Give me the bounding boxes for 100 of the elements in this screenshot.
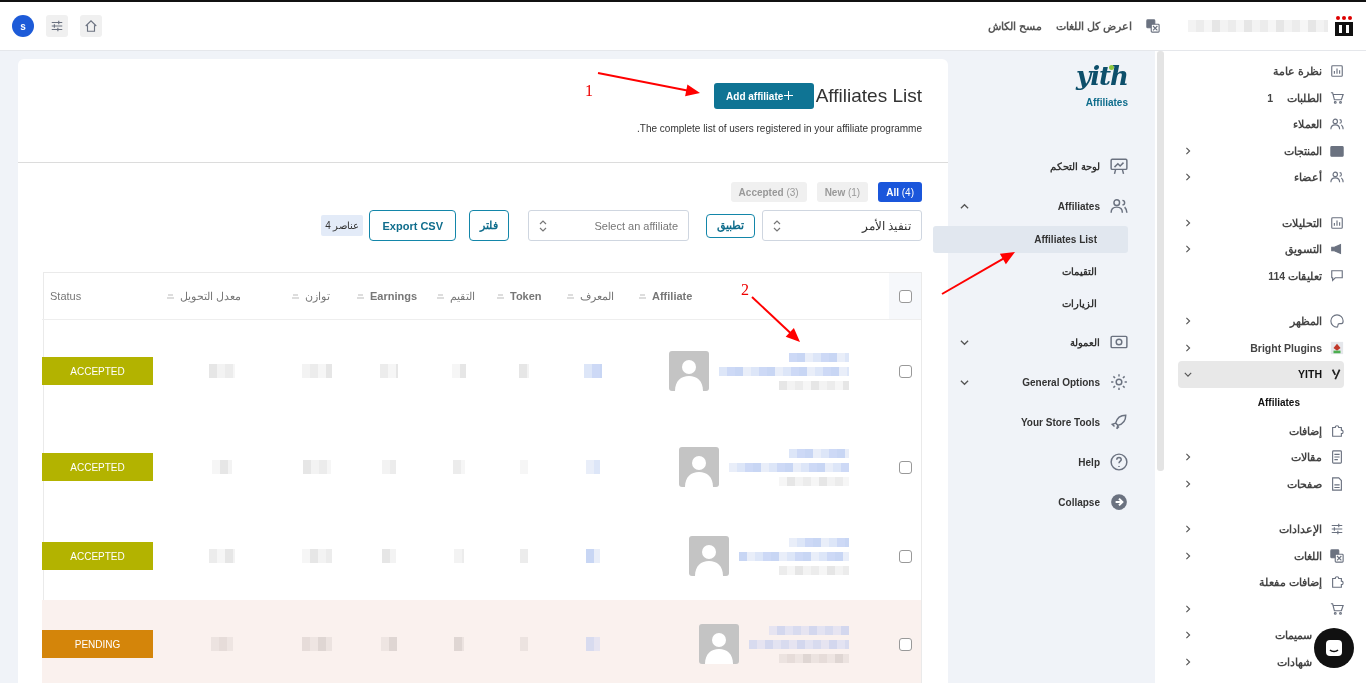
annotation-number: 1 [585, 82, 593, 100]
home-button[interactable] [80, 15, 102, 37]
column-header[interactable]: Affiliate [652, 290, 693, 302]
palette-icon [1330, 314, 1344, 329]
money-icon [1110, 333, 1128, 351]
avatar-icon [689, 536, 729, 576]
chevron-icon[interactable] [1184, 218, 1192, 227]
select-all-checkbox[interactable] [898, 289, 912, 303]
column-header[interactable]: معدل التحويل [180, 289, 242, 303]
add-affiliate-button[interactable]: Add affiliate [713, 83, 814, 109]
sidebar-item[interactable]: أعضاء [1294, 171, 1322, 184]
blurred-text [380, 364, 398, 378]
row-checkbox[interactable] [898, 460, 912, 474]
scrollbar[interactable] [1157, 51, 1164, 471]
sidebar-item[interactable]: التسويق [1285, 243, 1322, 256]
sidebar-item[interactable]: مقالات [1291, 451, 1322, 464]
puzzle-icon [1330, 423, 1344, 438]
chevron-icon[interactable] [1184, 525, 1192, 534]
apply-button[interactable]: تطبيق [706, 213, 755, 238]
chevron-icon[interactable] [1184, 317, 1192, 326]
blurred-text [301, 637, 332, 651]
column-header[interactable]: توازن [305, 289, 330, 303]
column-header[interactable]: Status [50, 290, 82, 302]
sidebar-item[interactable]: التحليلات [1282, 216, 1322, 229]
nav-item[interactable]: General Options [948, 362, 1128, 402]
blurred-text [779, 565, 849, 575]
nav-item[interactable]: Collapse [948, 482, 1128, 522]
chevron-icon[interactable] [1184, 657, 1192, 666]
sidebar-item[interactable]: اللغات [1294, 549, 1322, 562]
row-checkbox[interactable] [898, 637, 912, 651]
status-badge: ACCEPTED [42, 453, 153, 481]
nav-subitem[interactable]: الزيارات [933, 290, 1101, 317]
sidebar-item[interactable]: شهادات [1277, 655, 1312, 668]
user-avatar[interactable]: s [12, 15, 34, 37]
column-header[interactable]: Token [510, 290, 542, 302]
page-description: .The complete list of users registered in your affiliate programme [637, 123, 922, 134]
chevron-icon[interactable] [960, 377, 969, 387]
toolbar-link[interactable]: اعرض كل اللغات [1055, 19, 1132, 33]
sidebar-item[interactable]: صفحات [1287, 477, 1322, 490]
chart-icon [1330, 64, 1344, 79]
site-logo-icon[interactable] [1334, 15, 1354, 37]
nav-item[interactable]: Affiliates [948, 186, 1128, 226]
chevron-icon[interactable] [960, 337, 969, 347]
chevron-icon[interactable] [1184, 173, 1192, 182]
sidebar-item-label[interactable]: YITH [1298, 368, 1322, 381]
toolbar-link[interactable]: مسح الكاش [987, 19, 1042, 33]
yith-logo[interactable]: yith [1076, 61, 1128, 91]
blurred-text [789, 352, 849, 362]
sidebar-item[interactable]: العملاء [1293, 118, 1322, 131]
affiliate-select[interactable]: Select an affiliate [528, 210, 689, 241]
sidebar-item[interactable]: إضافات مفعلة [1259, 576, 1322, 589]
chevron-icon[interactable] [1184, 245, 1192, 254]
sidebar-subitem[interactable]: Affiliates [1166, 387, 1366, 418]
sliders-icon [1330, 522, 1344, 537]
blurred-text [789, 448, 849, 458]
nav-item[interactable]: لوحة التحكم [948, 146, 1128, 186]
chevron-icon[interactable] [960, 201, 969, 211]
blurred-text [301, 549, 332, 563]
nav-item[interactable]: Your Store Tools [948, 402, 1128, 442]
sidebar-item[interactable]: المنتجات [1284, 144, 1322, 157]
chevron-icon[interactable] [1184, 479, 1192, 488]
sidebar-item[interactable]: الطلبات [1287, 91, 1322, 104]
status-badge: ACCEPTED [42, 542, 153, 570]
sidebar-item[interactable]: Bright Plugins [1250, 341, 1322, 354]
chevron-icon[interactable] [1184, 343, 1192, 352]
row-checkbox[interactable] [898, 364, 912, 378]
sidebar-item[interactable]: YITH [1178, 361, 1344, 388]
chevron-icon[interactable] [1184, 453, 1192, 462]
blurred-text [586, 637, 600, 651]
column-header[interactable]: Earnings [370, 290, 418, 302]
settings-button[interactable] [46, 15, 68, 37]
filter-button[interactable]: فلتر [469, 210, 509, 241]
blurred-text [586, 549, 600, 563]
blurred-text [789, 537, 849, 547]
column-header[interactable]: التقيم [450, 289, 475, 303]
translate-icon [1330, 548, 1344, 563]
blurred-text [452, 364, 466, 378]
sidebar-item[interactable]: الإعدادات [1279, 523, 1322, 536]
puzzle-icon [1330, 575, 1344, 590]
column-header[interactable]: المعرف [580, 289, 614, 303]
sidebar-item[interactable]: نظرة عامة [1273, 65, 1322, 78]
row-checkbox[interactable] [898, 549, 912, 563]
sidebar-item[interactable]: إضافات [1289, 424, 1322, 437]
chevron-icon[interactable] [1184, 604, 1192, 613]
chevron-icon[interactable] [1184, 631, 1192, 640]
nav-subitem[interactable]: Affiliates List [933, 226, 1128, 253]
status-badge: PENDING [42, 630, 153, 658]
sidebar-item[interactable]: تعليقات 114 [1268, 269, 1322, 282]
bulk-action-select[interactable]: تنفيذ الأمر [762, 210, 922, 241]
export-csv-button[interactable]: Export CSV [369, 210, 456, 241]
filter-tab[interactable]: All (4) [878, 182, 922, 202]
nav-subitem[interactable]: التقيمات [933, 258, 1101, 285]
chevron-icon[interactable] [1184, 551, 1192, 560]
plugin-subtitle: Affiliates [1085, 97, 1128, 108]
nav-item[interactable]: العمولة [948, 322, 1128, 362]
sidebar-item[interactable] [1330, 601, 1344, 616]
chevron-icon[interactable] [1184, 146, 1192, 155]
sidebar-item[interactable]: المظهر [1290, 315, 1322, 328]
sidebar-item[interactable]: سميمات [1275, 629, 1312, 642]
nav-item[interactable]: Help [948, 442, 1128, 482]
